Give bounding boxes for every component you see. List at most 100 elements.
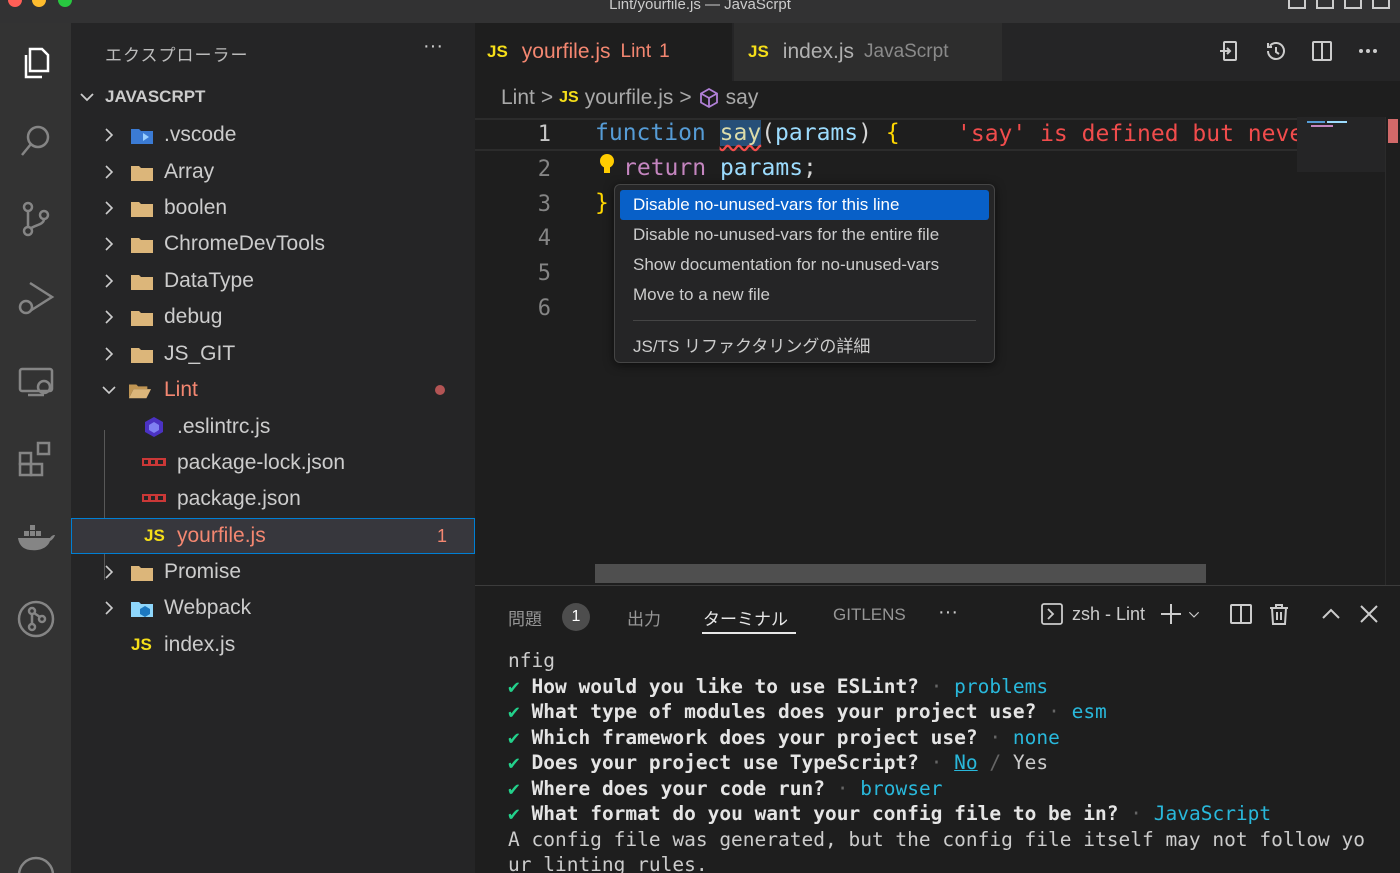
horizontal-scrollbar[interactable] bbox=[595, 564, 1206, 583]
tree-item-label: Promise bbox=[164, 560, 242, 583]
tree-item-label: .eslintrc.js bbox=[177, 415, 271, 438]
tree-item-array[interactable]: Array bbox=[71, 154, 475, 190]
npm-icon bbox=[142, 458, 166, 466]
tree-item-label: Array bbox=[164, 160, 215, 183]
tree-item-vscode[interactable]: .vscode bbox=[71, 117, 475, 153]
folder-icon bbox=[131, 201, 153, 217]
move-to-new-file-action[interactable]: Move to a new file bbox=[620, 280, 989, 310]
chevron-down-icon[interactable] bbox=[1187, 602, 1201, 626]
gitlens-icon[interactable] bbox=[0, 589, 71, 649]
toggle-panel-icon[interactable] bbox=[1316, 0, 1334, 9]
tab-yourfile-js[interactable]: JS yourfile.js Lint 1 bbox=[475, 23, 732, 81]
lightbulb-icon[interactable] bbox=[599, 153, 615, 177]
tree-item-label: debug bbox=[164, 305, 223, 328]
breadcrumb-folder[interactable]: Lint bbox=[501, 86, 535, 110]
line-number: 6 bbox=[537, 296, 551, 321]
disable-rule-line-action[interactable]: Disable no-unused-vars for this line bbox=[620, 190, 989, 220]
breadcrumb: Lint > JS yourfile.js > say bbox=[501, 86, 758, 110]
tree-item-yourfile[interactable]: JS yourfile.js 1 bbox=[71, 518, 475, 554]
toggle-sidebar-icon[interactable] bbox=[1288, 0, 1306, 9]
run-debug-icon[interactable] bbox=[0, 267, 71, 327]
toggle-secondary-sidebar-icon[interactable] bbox=[1344, 0, 1362, 9]
title-bar: Lint/yourfile.js — JavaScrpt bbox=[0, 0, 1400, 23]
explorer-sidebar: エクスプローラー ··· JAVASCRPT .vscode Array boo… bbox=[71, 23, 475, 873]
vscode-folder-icon bbox=[131, 128, 153, 144]
tree-item-chromedevtools[interactable]: ChromeDevTools bbox=[71, 226, 475, 262]
tree-item-js-git[interactable]: JS_GIT bbox=[71, 336, 475, 372]
tree-item-label: JS_GIT bbox=[164, 342, 236, 365]
maximize-panel-icon[interactable] bbox=[1319, 602, 1343, 626]
more-actions-icon[interactable] bbox=[1356, 39, 1380, 63]
search-icon[interactable] bbox=[0, 111, 71, 171]
breadcrumb-symbol[interactable]: say bbox=[726, 86, 759, 110]
split-terminal-icon[interactable] bbox=[1229, 602, 1253, 626]
tree-item-package-lock[interactable]: package-lock.json bbox=[71, 445, 475, 481]
terminal-output[interactable]: nfig ✔ How would you like to use ESLint?… bbox=[508, 648, 1365, 873]
chevron-right-icon bbox=[105, 565, 114, 579]
sidebar-more-actions-button[interactable]: ··· bbox=[423, 35, 443, 58]
tab-terminal[interactable]: ターミナル bbox=[703, 605, 788, 630]
menu-separator bbox=[633, 320, 976, 321]
tab-problems[interactable]: 問題 bbox=[508, 605, 542, 630]
remote-explorer-icon[interactable] bbox=[0, 351, 71, 411]
method-cube-icon bbox=[699, 87, 718, 109]
breadcrumb-separator: > bbox=[679, 86, 692, 109]
line-number: 3 bbox=[537, 192, 551, 217]
tree-item-label: ChromeDevTools bbox=[164, 232, 326, 255]
chevron-right-icon bbox=[105, 274, 114, 288]
chevron-right-icon bbox=[105, 601, 114, 615]
tree-item-datatype[interactable]: DataType bbox=[71, 263, 475, 299]
explorer-icon[interactable] bbox=[0, 33, 71, 93]
tree-item-label: boolen bbox=[164, 196, 228, 219]
chevron-right-icon bbox=[105, 310, 114, 324]
refactoring-more-action[interactable]: JS/TS リファクタリングの詳細 bbox=[620, 329, 989, 359]
terminal-instance-name[interactable]: zsh - Lint bbox=[1072, 604, 1145, 625]
vertical-scrollbar[interactable] bbox=[1385, 117, 1400, 585]
tree-item-label: .vscode bbox=[164, 123, 237, 146]
tree-item-promise[interactable]: Promise bbox=[71, 554, 475, 590]
source-control-icon[interactable] bbox=[0, 189, 71, 249]
panel-more-tabs[interactable]: ··· bbox=[938, 601, 958, 624]
disable-rule-file-action[interactable]: Disable no-unused-vars for the entire fi… bbox=[620, 220, 989, 250]
tree-item-package-json[interactable]: package.json bbox=[71, 481, 475, 517]
accounts-icon[interactable] bbox=[0, 845, 71, 873]
chevron-right-icon bbox=[105, 237, 114, 251]
quick-fix-menu: Disable no-unused-vars for this line Dis… bbox=[614, 184, 995, 363]
tab-output[interactable]: 出力 bbox=[627, 605, 661, 630]
new-terminal-plus-icon[interactable] bbox=[1159, 602, 1183, 626]
tree-item-lint[interactable]: Lint bbox=[71, 372, 475, 408]
chevron-right-icon bbox=[105, 201, 114, 215]
tab-label: yourfile.js bbox=[521, 40, 611, 63]
breadcrumb-separator: > bbox=[540, 86, 554, 109]
npm-icon bbox=[142, 494, 166, 502]
docker-icon[interactable] bbox=[0, 507, 71, 567]
tab-problem-count: 1 bbox=[659, 41, 670, 62]
customize-layout-icon[interactable] bbox=[1372, 0, 1390, 9]
workspace-section-header[interactable]: JAVASCRPT bbox=[79, 87, 205, 107]
tree-item-webpack[interactable]: Webpack bbox=[71, 590, 475, 626]
js-file-icon: JS bbox=[487, 42, 508, 61]
sidebar-title: エクスプローラー bbox=[105, 46, 249, 65]
split-editor-icon[interactable] bbox=[1310, 39, 1334, 63]
tree-item-label: Webpack bbox=[164, 596, 252, 619]
show-rule-docs-action[interactable]: Show documentation for no-unused-vars bbox=[620, 250, 989, 280]
tree-item-debug[interactable]: debug bbox=[71, 299, 475, 335]
chevron-down-icon bbox=[80, 93, 94, 102]
tab-index-js[interactable]: JS index.js JavaScrpt bbox=[734, 23, 1002, 81]
tree-item-label: index.js bbox=[164, 633, 236, 656]
folder-icon bbox=[131, 274, 153, 290]
tree-item-index-js[interactable]: JS index.js bbox=[71, 627, 475, 663]
folder-icon bbox=[131, 565, 153, 581]
tab-gitlens[interactable]: GITLENS bbox=[833, 605, 906, 625]
folder-icon bbox=[131, 237, 153, 253]
breadcrumb-file[interactable]: yourfile.js bbox=[585, 86, 674, 110]
extensions-icon[interactable] bbox=[0, 429, 71, 489]
close-panel-icon[interactable] bbox=[1357, 602, 1381, 626]
timeline-history-icon[interactable] bbox=[1264, 39, 1288, 63]
minimap[interactable] bbox=[1297, 117, 1385, 172]
tree-item-boolen[interactable]: boolen bbox=[71, 190, 475, 226]
open-changes-icon[interactable] bbox=[1218, 39, 1242, 63]
js-file-icon: JS bbox=[559, 89, 579, 106]
tree-item-eslintrc[interactable]: .eslintrc.js bbox=[71, 409, 475, 445]
trash-icon[interactable] bbox=[1267, 602, 1291, 626]
